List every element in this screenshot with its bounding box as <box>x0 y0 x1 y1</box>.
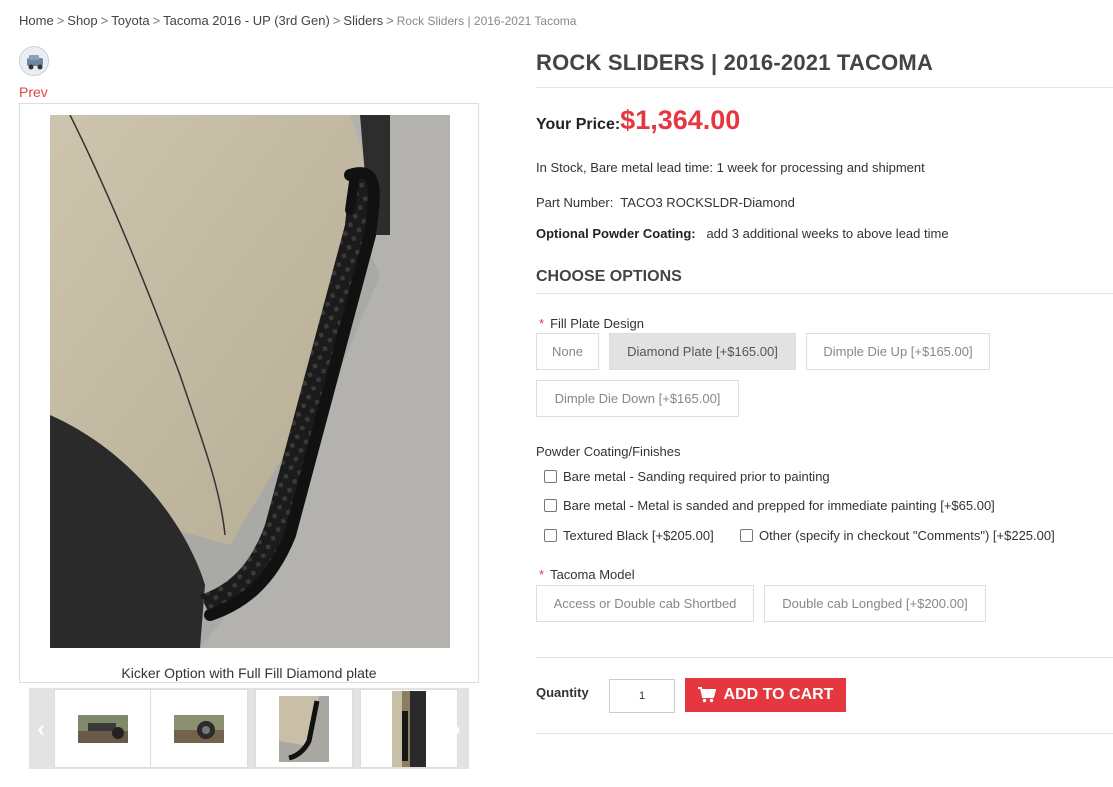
breadcrumb-separator: > <box>100 13 109 28</box>
breadcrumb-separator: > <box>332 13 341 28</box>
fill-plate-dimple-down-button[interactable]: Dimple Die Down [+$165.00] <box>536 380 739 417</box>
required-mark: * <box>539 316 545 331</box>
breadcrumb-current: Rock Sliders | 2016-2021 Tacoma <box>396 14 577 28</box>
carousel-prev-icon[interactable]: ‹ <box>29 688 53 769</box>
finish-option-label: Textured Black [+$205.00] <box>563 528 714 543</box>
finish-option-label: Other (specify in checkout "Comments") [… <box>759 528 1055 543</box>
fill-plate-label: * Fill Plate Design <box>536 316 644 331</box>
product-main-image[interactable] <box>50 115 450 648</box>
powder-coating-text: add 3 additional weeks to above lead tim… <box>706 226 949 241</box>
powder-coating-note: Optional Powder Coating: add 3 additiona… <box>536 226 949 241</box>
stock-status: In Stock, Bare metal lead time: 1 week f… <box>536 160 925 175</box>
part-number-label: Part Number: <box>536 195 614 210</box>
fill-plate-label-text: Fill Plate Design <box>550 316 644 331</box>
thumbnail-carousel: ‹ › <box>29 688 469 769</box>
thumbnail-1[interactable] <box>54 689 152 768</box>
finish-option-label: Bare metal - Sanding required prior to p… <box>563 469 830 484</box>
carousel-next-icon[interactable]: › <box>445 688 469 769</box>
powder-coating-label: Optional Powder Coating: <box>536 226 696 241</box>
main-image-frame: Kicker Option with Full Fill Diamond pla… <box>19 103 479 683</box>
price-value: $1,364.00 <box>620 105 741 135</box>
checkbox[interactable] <box>544 470 557 483</box>
divider <box>536 733 1113 734</box>
breadcrumb-home[interactable]: Home <box>19 13 54 28</box>
breadcrumb-toyota[interactable]: Toyota <box>111 13 149 28</box>
quantity-label: Quantity <box>536 685 589 700</box>
prev-product-link[interactable]: Prev <box>19 84 48 100</box>
finish-option-4[interactable]: Other (specify in checkout "Comments") [… <box>740 528 1055 543</box>
tacoma-model-label-text: Tacoma Model <box>550 567 635 582</box>
finish-option-label: Bare metal - Metal is sanded and prepped… <box>563 498 995 513</box>
breadcrumb-separator: > <box>386 13 394 28</box>
model-shortbed-button[interactable]: Access or Double cab Shortbed <box>536 585 754 622</box>
add-to-cart-label: ADD TO CART <box>723 686 834 703</box>
model-longbed-button[interactable]: Double cab Longbed [+$200.00] <box>764 585 986 622</box>
fill-plate-diamond-button[interactable]: Diamond Plate [+$165.00] <box>609 333 796 370</box>
quantity-input[interactable]: 1 <box>609 679 675 713</box>
checkbox[interactable] <box>740 529 753 542</box>
finish-option-3[interactable]: Textured Black [+$205.00] <box>544 528 714 543</box>
prev-product-thumbnail[interactable] <box>19 46 49 76</box>
divider <box>536 657 1113 658</box>
breadcrumb-sliders[interactable]: Sliders <box>343 13 383 28</box>
add-to-cart-button[interactable]: ADD TO CART <box>685 678 846 712</box>
part-number-value: TACO3 ROCKSLDR-Diamond <box>620 195 795 210</box>
finish-option-1[interactable]: Bare metal - Sanding required prior to p… <box>544 469 830 484</box>
part-number-row: Part Number: TACO3 ROCKSLDR-Diamond <box>536 195 795 210</box>
thumbnail-3[interactable] <box>255 689 353 768</box>
fill-plate-dimple-up-button[interactable]: Dimple Die Up [+$165.00] <box>806 333 990 370</box>
breadcrumb-separator: > <box>152 13 161 28</box>
choose-options-heading: CHOOSE OPTIONS <box>536 268 682 285</box>
price-row: Your Price:$1,364.00 <box>536 105 740 136</box>
tacoma-model-label: * Tacoma Model <box>536 567 635 582</box>
required-mark: * <box>539 567 545 582</box>
checkbox[interactable] <box>544 499 557 512</box>
finish-option-2[interactable]: Bare metal - Metal is sanded and prepped… <box>544 498 995 513</box>
fill-plate-none-button[interactable]: None <box>536 333 599 370</box>
cart-icon <box>697 687 716 703</box>
breadcrumb-shop[interactable]: Shop <box>67 13 97 28</box>
thumbnail-2[interactable] <box>150 689 248 768</box>
product-title: ROCK SLIDERS | 2016-2021 TACOMA <box>536 50 934 75</box>
finishes-label: Powder Coating/Finishes <box>536 444 681 459</box>
divider <box>536 87 1113 88</box>
image-caption: Kicker Option with Full Fill Diamond pla… <box>121 665 377 681</box>
divider <box>536 293 1113 294</box>
breadcrumb-separator: > <box>56 13 65 28</box>
thumbnail-4[interactable] <box>360 689 458 768</box>
price-label: Your Price: <box>536 116 621 133</box>
breadcrumb-tacoma-gen3[interactable]: Tacoma 2016 - UP (3rd Gen) <box>163 13 330 28</box>
breadcrumb: Home > Shop > Toyota > Tacoma 2016 - UP (3rd G… <box>19 13 576 28</box>
checkbox[interactable] <box>544 529 557 542</box>
